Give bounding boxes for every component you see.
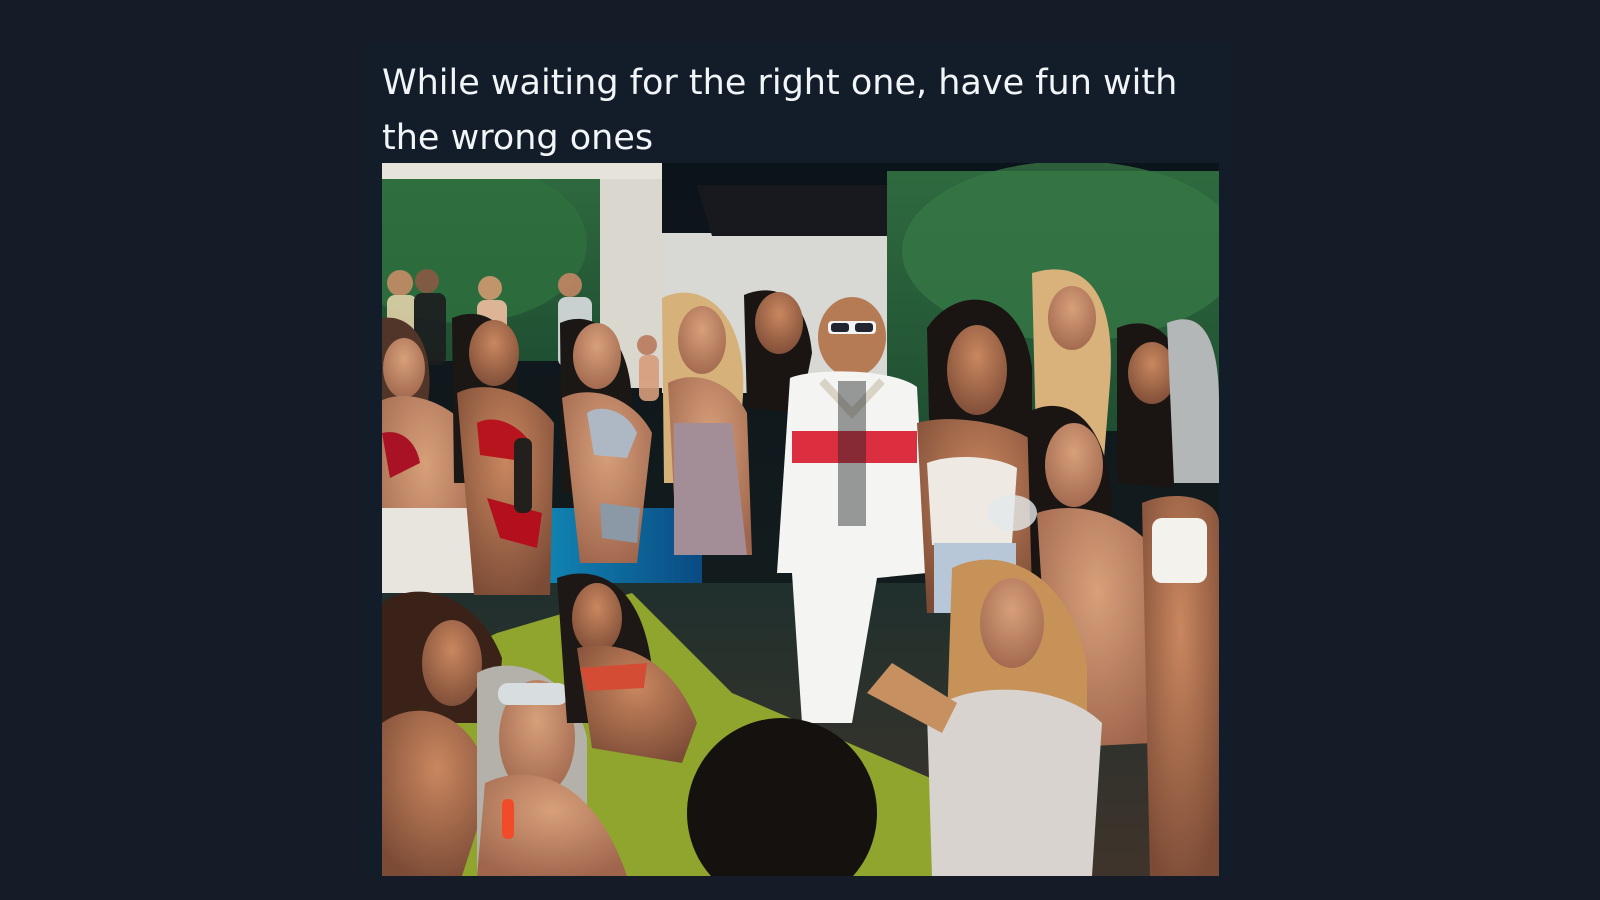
house-roof: [697, 185, 902, 236]
meme-screenshot-page: While waiting for the right one, have fu…: [0, 0, 1600, 900]
post-caption: While waiting for the right one, have fu…: [382, 63, 1178, 158]
party-photo-icon: [382, 163, 1219, 876]
party-photo[interactable]: [382, 163, 1219, 876]
social-post-card: While waiting for the right one, have fu…: [364, 42, 1234, 876]
pergola-beam: [382, 163, 662, 179]
